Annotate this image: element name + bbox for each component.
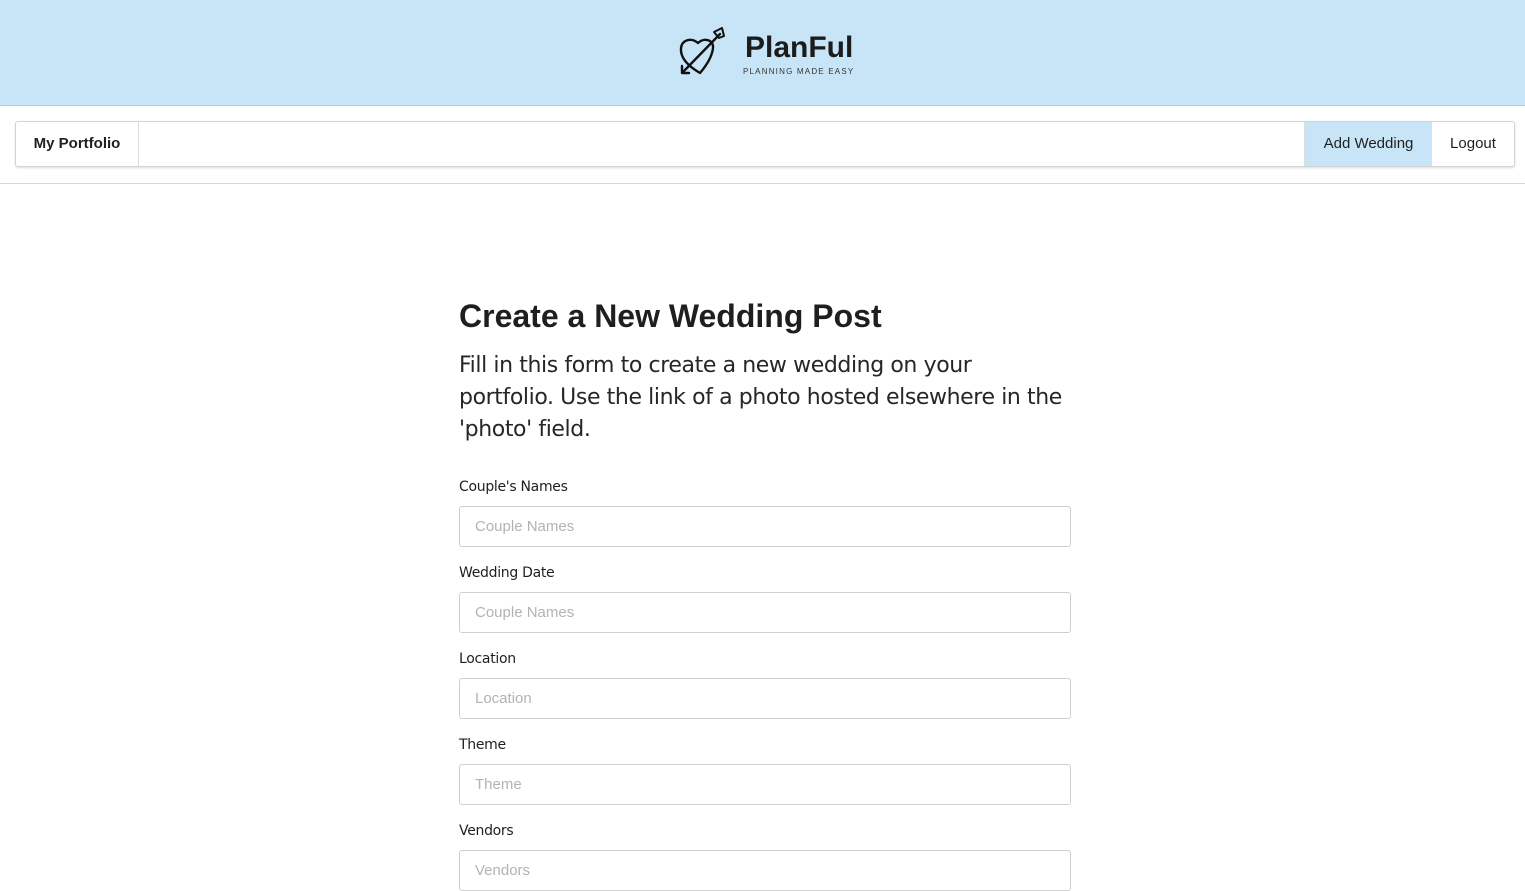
wedding-date-label: Wedding Date (459, 565, 555, 581)
form-description: Fill in this form to create a new weddin… (459, 353, 1062, 442)
form-header: Create a New Wedding Post Fill in this f… (459, 296, 1071, 446)
location-input[interactable] (459, 678, 1071, 719)
field-location: Location (459, 650, 1071, 719)
nav-menu: My Portfolio Add Wedding Logout (15, 121, 1515, 167)
nav-item-logout[interactable]: Logout (1432, 122, 1514, 166)
field-wedding-date: Wedding Date (459, 564, 1071, 633)
field-couples-names: Couple's Names (459, 478, 1071, 547)
theme-label: Theme (459, 737, 506, 753)
couples-names-label: Couple's Names (459, 479, 568, 495)
couples-names-input[interactable] (459, 506, 1071, 547)
wedding-date-input[interactable] (459, 592, 1071, 633)
brand[interactable]: PlanFul PLANNING MADE EASY (678, 26, 853, 78)
brand-tagline: PLANNING MADE EASY (743, 67, 855, 76)
nav-bar-container: My Portfolio Add Wedding Logout (0, 106, 1525, 184)
site-header: PlanFul PLANNING MADE EASY (0, 0, 1525, 106)
nav-item-my-portfolio[interactable]: My Portfolio (16, 122, 139, 166)
brand-name: PlanFul (745, 31, 854, 64)
heart-arrow-icon (679, 27, 725, 75)
field-theme: Theme (459, 736, 1071, 805)
vendors-input[interactable] (459, 850, 1071, 891)
vendors-label: Vendors (459, 823, 514, 839)
nav-item-add-wedding[interactable]: Add Wedding (1304, 122, 1432, 166)
theme-input[interactable] (459, 764, 1071, 805)
location-label: Location (459, 651, 516, 667)
page-title: Create a New Wedding Post (459, 298, 882, 334)
field-vendors: Vendors (459, 822, 1071, 891)
